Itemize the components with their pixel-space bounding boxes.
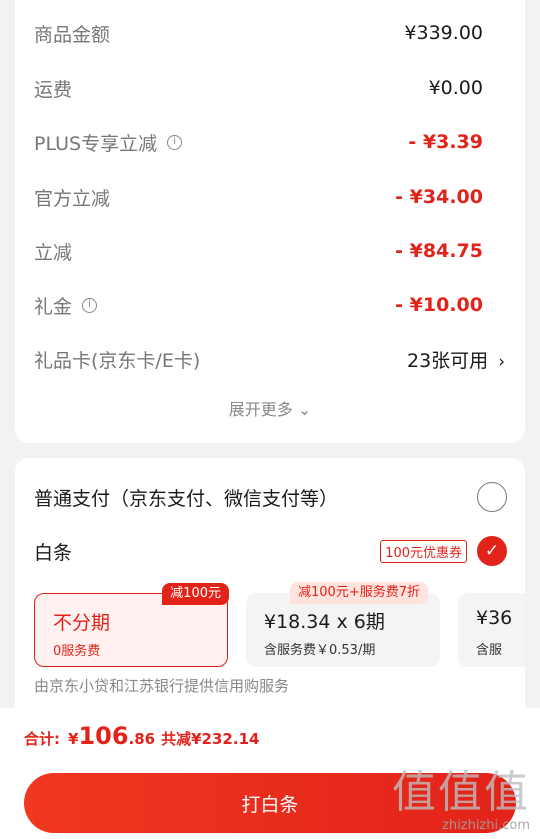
info-icon[interactable]: i [82, 297, 98, 313]
total-saved: 共减¥232.14 [161, 730, 260, 748]
discount-tag: 减100元+服务费7折 [290, 582, 428, 604]
installment-title: 不分期 [53, 612, 111, 634]
watermark-url: zhizhizhi.com [442, 818, 530, 833]
order-total: 合计: ¥ 106 .86 共减¥232.14 [24, 722, 259, 750]
discount-tag: 减100元 [162, 583, 229, 605]
row-label: 官方立减 [34, 187, 111, 210]
payment-option-baitiao[interactable]: 白条 100元优惠券 ✓ [34, 534, 507, 568]
installment-option-none[interactable]: 减100元 不分期 0服务费 [34, 583, 229, 667]
payment-option-normal[interactable]: 普通支付（京东支付、微信支付等） [34, 480, 507, 514]
total-decimal: .86 [128, 730, 156, 748]
info-icon[interactable]: i [167, 134, 183, 150]
row-label: 商品金额 [34, 23, 111, 46]
service-note: 由京东小贷和江苏银行提供信用购服务 [34, 677, 290, 695]
radio-unchecked-icon[interactable] [477, 482, 507, 512]
chevron-right-icon: › [498, 351, 505, 372]
price-summary-card: 商品金额 ¥339.00 运费 ¥0.00 PLUS专享立减 i - ¥3.39… [15, 0, 525, 443]
installment-option-6[interactable]: 减100元+服务费7折 ¥18.34 x 6期 含服务费￥0.53/期 [246, 582, 440, 667]
currency-symbol: ¥ [68, 730, 79, 748]
row-label: 礼品卡(京东卡/E卡) [34, 349, 201, 372]
row-goods-amount: 商品金额 ¥339.00 [34, 18, 483, 48]
payment-option-label: 普通支付（京东支付、微信支付等） [34, 487, 339, 510]
row-instant-discount: 立减 - ¥84.75 [34, 236, 483, 266]
row-label: 立减 [34, 241, 73, 264]
installment-sub: 含服 [476, 643, 503, 658]
payment-option-label: 白条 [34, 541, 73, 564]
row-value: ¥0.00 [428, 77, 483, 99]
row-value: - ¥10.00 [395, 294, 483, 316]
total-label: 合计: [24, 730, 60, 748]
installment-sub: 0服务费 [53, 644, 101, 659]
row-shipping: 运费 ¥0.00 [34, 73, 483, 103]
installment-sub: 含服务费￥0.53/期 [264, 643, 376, 658]
payment-method-card: 普通支付（京东支付、微信支付等） 白条 100元优惠券 ✓ 减100元 不分期 … [15, 458, 525, 708]
row-value: - ¥3.39 [408, 131, 483, 153]
row-value: - ¥84.75 [395, 240, 483, 262]
watermark-logo: 值值值 [392, 767, 530, 818]
installment-title: ¥36 [476, 607, 513, 629]
total-integer: 106 [78, 722, 129, 750]
installment-title: ¥18.34 x 6期 [264, 611, 385, 633]
coupon-badge[interactable]: 100元优惠券 [380, 539, 467, 563]
checkout-bar: 合计: ¥ 106 .86 共减¥232.14 打白条 值值值 zhizhizh… [0, 708, 540, 839]
row-official-discount: 官方立减 - ¥34.00 [34, 182, 483, 212]
row-value: ¥339.00 [404, 22, 483, 44]
expand-more-button[interactable]: 展开更多 ⌄ [15, 396, 525, 420]
watermark: 值值值 zhizhizhi.com [392, 767, 530, 834]
row-label: PLUS专享立减 [34, 132, 158, 155]
row-plus-discount: PLUS专享立减 i - ¥3.39 [34, 127, 483, 157]
row-gift-card[interactable]: 礼品卡(京东卡/E卡) 23张可用 › [34, 344, 505, 374]
row-gift-money: 礼金 i - ¥10.00 [34, 290, 483, 320]
installment-option-more[interactable]: ¥36 含服 [458, 593, 525, 667]
row-label: 礼金 [34, 295, 73, 318]
gift-card-count: 23张可用 [407, 349, 489, 372]
row-label: 运费 [34, 78, 73, 101]
radio-checked-icon[interactable]: ✓ [477, 536, 507, 566]
row-value: - ¥34.00 [395, 186, 483, 208]
